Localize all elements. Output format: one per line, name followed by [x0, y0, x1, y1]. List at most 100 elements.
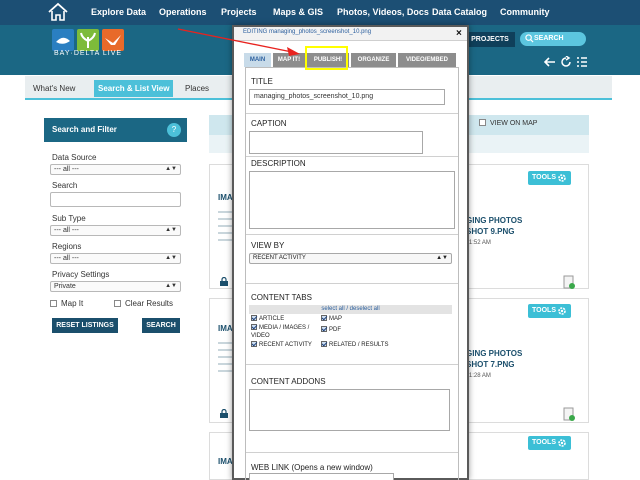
sub-type-select[interactable]: --- all --- ▲▼ — [50, 225, 181, 236]
top-nav: Explore Data Operations Projects Maps & … — [0, 0, 640, 25]
checkbox-media-label: MEDIA / IMAGES / — [259, 325, 310, 331]
refresh-icon[interactable] — [560, 55, 572, 67]
result-title[interactable]: GING PHOTOS — [466, 348, 522, 359]
card-type: IMA — [218, 457, 233, 466]
list-icon[interactable] — [576, 55, 588, 67]
nav-projects[interactable]: Projects — [221, 0, 257, 25]
checkbox-recent-activity[interactable]: RECENT ACTIVITY — [251, 341, 312, 349]
divider — [246, 283, 458, 284]
checkbox-article-label: ARTICLE — [259, 316, 285, 322]
data-source-select[interactable]: --- all --- ▲▼ — [50, 164, 181, 175]
view-by-select[interactable]: RECENT ACTIVITY ▲▼ — [249, 253, 452, 264]
modal-title: EDITING managing_photos_screenshot_10.pn… — [243, 29, 372, 35]
result-title[interactable]: SHOT 7.PNG — [466, 359, 514, 370]
checkbox-checked — [251, 324, 257, 330]
close-icon[interactable]: × — [456, 28, 462, 39]
title-input[interactable]: managing_photos_screenshot_10.png — [249, 89, 445, 105]
tab-whats-new[interactable]: What's New — [33, 80, 75, 97]
checkbox-checked — [251, 315, 257, 321]
tab-organize[interactable]: ORGANIZE — [351, 53, 396, 67]
web-link-label: WEB LINK (Opens a new window) — [251, 463, 373, 472]
checkbox-box — [50, 300, 57, 307]
tab-main[interactable]: MAIN — [244, 53, 271, 67]
filter-title: Search and Filter — [44, 118, 187, 142]
select-all-toggle[interactable]: select all / deselect all — [249, 305, 452, 314]
tools-label: TOOLS — [532, 439, 556, 446]
nav-data-catalog[interactable]: Data Catalog — [432, 0, 487, 25]
projects-button[interactable]: PROJECTS — [465, 32, 515, 47]
checkbox-checked — [321, 315, 327, 321]
view-by-value: RECENT ACTIVITY — [253, 255, 306, 261]
logo-fish-tile — [52, 29, 74, 51]
clear-results-checkbox[interactable]: Clear Results — [114, 299, 173, 308]
checkbox-checked — [321, 326, 327, 332]
search-placeholder: SEARCH — [534, 35, 564, 42]
modal-header: EDITING managing_photos_screenshot_10.pn… — [234, 27, 467, 41]
map-it-checkbox[interactable]: Map It — [50, 299, 83, 308]
view-on-map-checkbox[interactable]: VIEW ON MAP — [479, 119, 537, 127]
checkbox-related-results[interactable]: RELATED / RESULTS — [321, 341, 388, 349]
back-arrow-icon[interactable] — [543, 55, 556, 67]
content-addons-box[interactable] — [249, 389, 450, 431]
document-icon[interactable] — [563, 407, 575, 421]
tab-video-embed[interactable]: VIDEO/EMBED — [398, 53, 456, 67]
document-icon[interactable] — [563, 275, 575, 289]
card-type: IMA — [218, 193, 233, 202]
modal-tabs: MAIN MAP IT! PUBLISH! ORGANIZE VIDEO/EMB… — [244, 53, 460, 67]
privacy-value: Private — [54, 283, 76, 290]
search-input[interactable] — [50, 192, 181, 207]
content-addons-label: CONTENT ADDONS — [251, 377, 326, 386]
web-link-input[interactable] — [249, 473, 394, 480]
checkbox-media[interactable]: MEDIA / IMAGES / — [251, 324, 309, 332]
divider — [246, 234, 458, 235]
checkbox-related-label: RELATED / RESULTS — [329, 342, 389, 348]
divider — [246, 364, 458, 365]
checkbox-map[interactable]: MAP — [321, 315, 342, 323]
checkbox-box — [114, 300, 121, 307]
nav-explore-data[interactable]: Explore Data — [91, 0, 146, 25]
gear-icon — [558, 174, 566, 182]
tab-search-list-view[interactable]: Search & List View — [94, 80, 174, 97]
publish-tab-highlight — [305, 46, 348, 70]
gear-icon — [558, 439, 566, 447]
description-textarea[interactable] — [249, 171, 455, 229]
nav-photos-videos-docs[interactable]: Photos, Videos, Docs — [337, 0, 429, 25]
tab-places[interactable]: Places — [185, 80, 209, 97]
tools-button[interactable]: TOOLS — [528, 304, 571, 318]
checkbox-pdf[interactable]: PDF — [321, 326, 341, 334]
caption-textarea[interactable] — [249, 131, 423, 154]
tab-map-it[interactable]: MAP IT! — [273, 53, 305, 67]
nav-operations[interactable]: Operations — [159, 0, 207, 25]
caption-label: CAPTION — [251, 119, 287, 128]
reset-listings-button[interactable]: RESET LISTINGS — [52, 318, 118, 333]
logo-plant-tile — [77, 29, 99, 51]
result-title[interactable]: GING PHOTOS — [466, 215, 522, 226]
regions-value: --- all --- — [54, 255, 79, 262]
checkbox-box — [479, 119, 486, 126]
nav-maps-gis[interactable]: Maps & GIS — [273, 0, 323, 25]
checkbox-checked — [321, 341, 327, 347]
result-title[interactable]: SHOT 9.PNG — [466, 226, 514, 237]
data-source-value: --- all --- — [54, 166, 79, 173]
select-arrow-icon: ▲▼ — [165, 166, 177, 172]
select-arrow-icon: ▲▼ — [165, 283, 177, 289]
tools-button[interactable]: TOOLS — [528, 171, 571, 185]
checkbox-pdf-label: PDF — [329, 327, 341, 333]
help-icon[interactable]: ? — [167, 123, 181, 137]
divider — [246, 156, 458, 157]
home-icon[interactable] — [47, 2, 69, 22]
checkbox-article[interactable]: ARTICLE — [251, 315, 284, 323]
header-search[interactable]: SEARCH — [520, 32, 586, 46]
privacy-select[interactable]: Private ▲▼ — [50, 281, 181, 292]
view-by-label: VIEW BY — [251, 241, 285, 250]
result-date: 11:52 AM — [466, 240, 491, 246]
card-thumbnail[interactable] — [218, 211, 232, 246]
logo-bird-tile — [102, 29, 124, 51]
checkbox-map-label: MAP — [329, 316, 343, 322]
tools-button[interactable]: TOOLS — [528, 436, 571, 450]
nav-community[interactable]: Community — [500, 0, 550, 25]
regions-select[interactable]: --- all --- ▲▼ — [50, 253, 181, 264]
card-thumbnail[interactable] — [218, 342, 232, 377]
privacy-label: Privacy Settings — [52, 270, 110, 279]
sidebar-search-button[interactable]: SEARCH — [142, 318, 180, 333]
